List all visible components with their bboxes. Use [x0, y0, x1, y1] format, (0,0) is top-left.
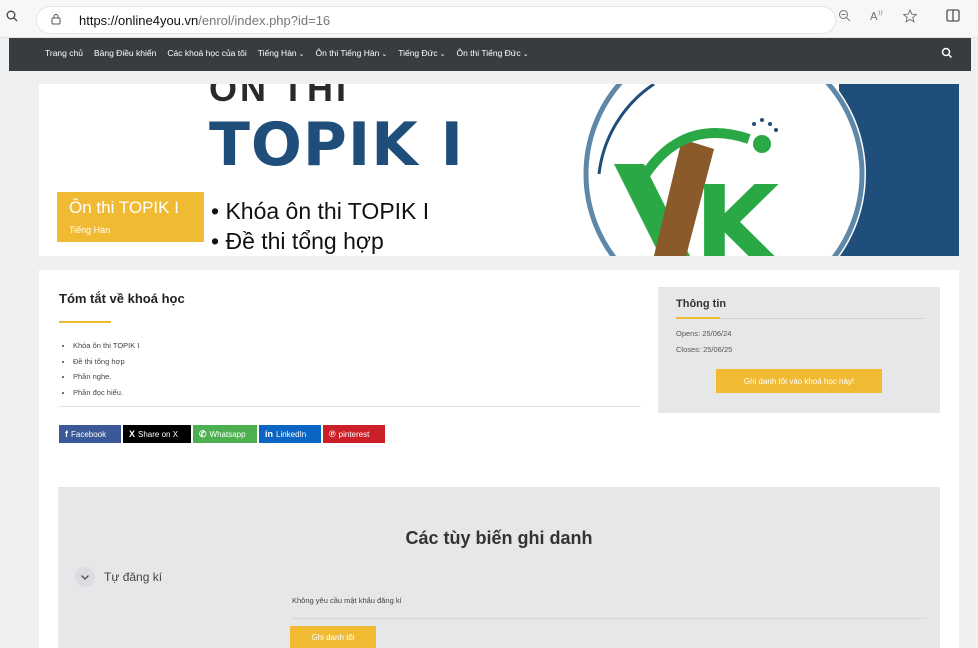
pinterest-icon: ℗	[329, 429, 336, 439]
chevron-down-icon: ⌄	[522, 51, 529, 58]
browser-toolbar: https://online4you.vn/enrol/index.php?id…	[0, 0, 978, 38]
chevron-down-icon	[81, 575, 89, 580]
course-summary-title: Tóm tắt về khoá học	[59, 291, 185, 306]
search-icon[interactable]	[6, 9, 18, 25]
nav-item[interactable]: Bảng Điều khiển	[94, 48, 156, 58]
course-close-date: Closes: 25/06/25	[676, 345, 733, 354]
title-underline	[676, 317, 720, 319]
svg-text:)): ))	[878, 10, 883, 17]
nav-item-label: Ôn thi Tiếng Đức	[456, 48, 521, 58]
share-x-button[interactable]: X Share on X	[123, 425, 191, 443]
favorite-star-icon[interactable]	[902, 8, 918, 26]
vk-education-logo: K VK EDUCATION	[582, 84, 866, 256]
nav-item[interactable]: Tiếng Đức ⌄	[398, 48, 445, 58]
banner-bullets: • Khóa ôn thi TOPIK I • Đề thi tổng hợp	[211, 196, 429, 256]
chevron-down-icon: ⌄	[439, 51, 446, 58]
nav-item-label: Tiếng Hàn	[257, 48, 297, 58]
summary-list-item: Đề thi tổng hợp	[73, 354, 139, 370]
nav-item[interactable]: Ôn thi Tiếng Đức ⌄	[456, 48, 528, 58]
share-buttons: f Facebook X Share on X ✆ Whatsapp in Linked…	[59, 425, 385, 443]
svg-text:A: A	[870, 10, 878, 22]
nav-search-icon[interactable]	[941, 47, 953, 59]
course-info-box: Thông tin Opens: 25/06/24 Closes: 25/06/…	[658, 287, 940, 413]
nav-item[interactable]: Trang chủ	[45, 48, 83, 58]
share-whatsapp-label: Whatsapp	[209, 429, 246, 439]
banner-bullet-text: Đề thi tổng hợp	[225, 228, 384, 254]
title-underline	[59, 321, 111, 323]
course-category: Tiếng Hàn	[69, 225, 111, 235]
share-linkedin-button[interactable]: in LinkedIn	[259, 425, 321, 443]
page-gutter	[9, 71, 38, 648]
banner-heading: TOPIK I	[209, 110, 464, 180]
nav-item-label: Các khoá học của tôi	[167, 48, 247, 58]
page-info-icon[interactable]	[51, 13, 61, 25]
course-title: Ôn thi TOPIK I	[69, 198, 179, 217]
banner-bullet-text: Khóa ôn thi TOPIK I	[225, 198, 430, 224]
chevron-down-icon: ⌄	[381, 51, 388, 58]
course-summary-list: Khóa ôn thi TOPIK IĐề thi tổng hợpPhần n…	[73, 338, 139, 400]
nav-item[interactable]: Tiếng Hàn ⌄	[258, 48, 305, 58]
nav-item-label: Tiếng Đức	[398, 48, 438, 58]
summary-list-item: Phần đọc hiểu.	[73, 385, 139, 401]
nav-item-label: Trang chủ	[45, 48, 83, 58]
enrol-me-button[interactable]: Ghi danh tôi	[290, 626, 376, 648]
no-enrolment-key-text: Không yêu cầu mật khẩu đăng kí	[292, 596, 402, 605]
read-aloud-icon[interactable]: A))	[870, 9, 884, 25]
enrol-course-button[interactable]: Ghi danh tôi vào khoá học này!	[716, 369, 882, 393]
chevron-down-icon: ⌄	[298, 51, 305, 58]
nav-item[interactable]: Các khoá học của tôi	[167, 48, 246, 58]
url-text[interactable]: https://online4you.vn/enrol/index.php?id…	[79, 13, 330, 28]
self-enrolment-label[interactable]: Tự đăng kí	[104, 570, 162, 584]
share-pinterest-label: pinterest	[338, 429, 370, 439]
nav-item-label: Bảng Điều khiển	[93, 48, 157, 58]
info-title: Thông tin	[676, 298, 727, 310]
divider	[292, 618, 926, 619]
summary-list-item: Khóa ôn thi TOPIK I	[73, 338, 139, 354]
share-pinterest-button[interactable]: ℗ pinterest	[323, 425, 385, 443]
share-whatsapp-button[interactable]: ✆ Whatsapp	[193, 425, 257, 443]
banner-partial-heading: ÔN THI	[209, 84, 349, 109]
course-open-date: Opens: 25/06/24	[676, 329, 732, 338]
logo-letters: K	[694, 162, 783, 256]
nav-item[interactable]: Ôn thi Tiếng Hàn ⌄	[316, 48, 388, 58]
zoom-out-icon[interactable]	[838, 9, 851, 25]
banner-bullet: • Đề thi tổng hợp	[211, 228, 384, 254]
x-icon: X	[129, 429, 136, 439]
collapse-toggle[interactable]	[75, 567, 95, 587]
nav-item-label: Ôn thi Tiếng Hàn	[315, 48, 380, 58]
divider	[59, 406, 641, 407]
linkedin-icon: in	[265, 429, 273, 439]
site-navbar: Trang chủ Bảng Điều khiển Các khoá học của…	[9, 38, 971, 71]
facebook-icon: f	[65, 429, 68, 439]
share-facebook-label: Facebook	[71, 429, 107, 439]
course-main-card: Tóm tắt về khoá học Khóa ôn thi TOPIK IĐ…	[39, 270, 959, 648]
share-facebook-button[interactable]: f Facebook	[59, 425, 121, 443]
address-bar[interactable]: https://online4you.vn/enrol/index.php?id…	[36, 6, 836, 34]
course-banner: ÔN THI TOPIK I Ôn thi TOPIK I Tiếng Hàn …	[39, 84, 959, 256]
summary-list-item: Phần nghe.	[73, 369, 139, 385]
whatsapp-icon: ✆	[199, 428, 207, 439]
enrolment-options-title: Các tùy biến ghi danh	[405, 528, 593, 548]
url-path: /enrol/index.php?id=16	[198, 13, 331, 28]
nav-menu: Trang chủ Bảng Điều khiển Các khoá học của…	[45, 48, 529, 58]
split-screen-icon[interactable]	[946, 9, 960, 25]
course-title-box: Ôn thi TOPIK I Tiếng Hàn	[57, 192, 204, 242]
banner-bullet: • Khóa ôn thi TOPIK I	[211, 198, 430, 224]
url-host: https://online4you.vn	[79, 13, 199, 28]
share-linkedin-label: LinkedIn	[276, 429, 307, 439]
share-x-label: Share on X	[138, 429, 179, 439]
enrolment-options-panel: Các tùy biến ghi danh Tự đăng kí Không y…	[58, 487, 940, 648]
